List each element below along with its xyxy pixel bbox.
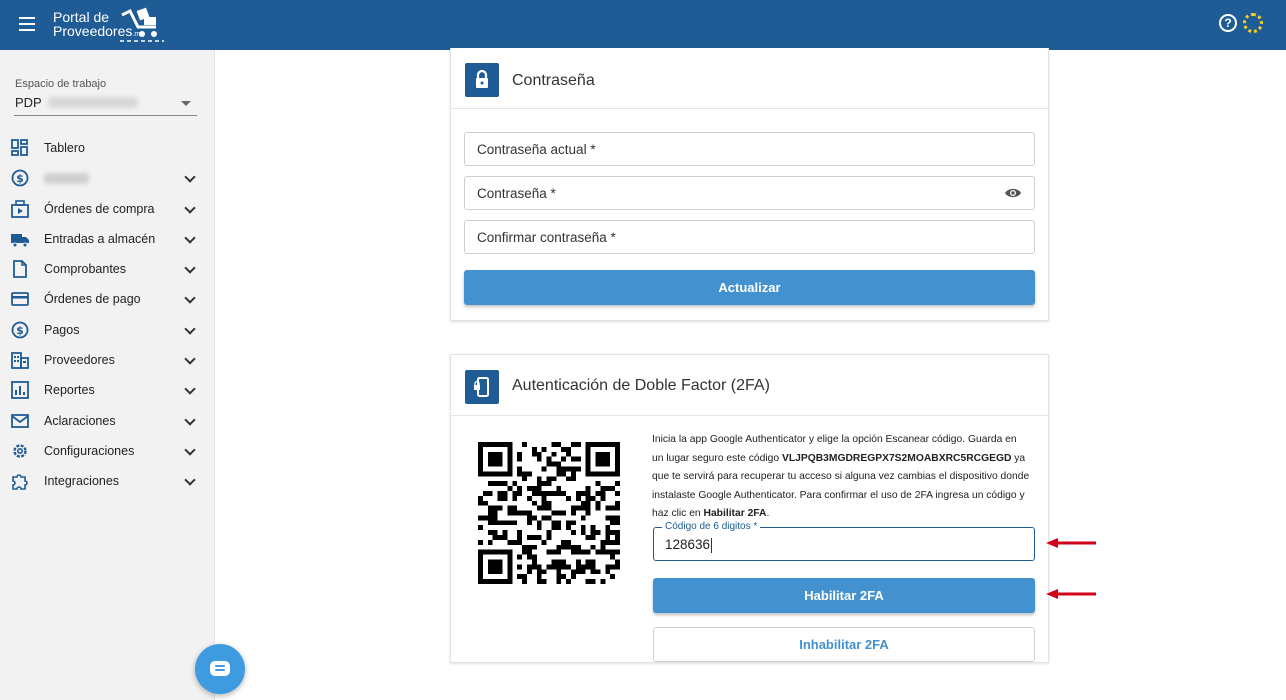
lock-icon [465,63,499,97]
truck-icon [11,233,29,248]
chat-button[interactable] [195,644,245,694]
dollar-circle-icon: $ [11,169,29,187]
sidebar-item-redacted[interactable]: $ [0,163,215,193]
dashboard-icon [11,139,28,156]
sidebar-item-label: Pagos [44,322,80,337]
chevron-down-icon [184,323,196,335]
sidebar-item-label: Integraciones [44,474,120,489]
gear-icon [13,444,27,458]
help-icon[interactable]: ? [1219,14,1237,32]
twofa-card: Autenticación de Doble Factor (2FA) Inic… [450,354,1049,663]
chevron-down-icon [184,201,196,214]
confirm-password-field[interactable]: Confirmar contraseña * [464,220,1035,254]
recovery-secret-code: VLJPQB3MGDREGPX7S2MOABXRC5RCGEGD [781,452,1012,464]
portal-logo[interactable]: Portal de Proveedores.mx [52,5,167,45]
disable-2fa-button[interactable]: Inhabilitar 2FA [653,627,1035,662]
text-cursor [711,537,713,553]
new-password-label: Contraseña * [477,186,556,201]
confirm-password-label: Confirmar contraseña * [477,230,616,245]
workspace-value: PDP [15,95,42,110]
chevron-down-icon [184,414,196,426]
phone-lock-icon [465,370,499,404]
building-icon [11,352,29,369]
chevron-down-icon [184,232,196,244]
six-digit-code-label: Código de 6 digitos * [662,521,761,533]
six-digit-code-value-wrap: 128636 [665,537,713,553]
sidebar-item-label: Entradas a almacén [44,231,156,246]
twofa-card-title: Autenticación de Doble Factor (2FA) [512,377,770,394]
top-app-bar: Portal de Proveedores.mx ? [0,0,1286,50]
sidebar-item-label: Reportes [44,383,95,398]
dropdown-caret-icon [181,101,191,106]
chevron-down-icon [184,383,196,396]
sidebar-item-label: Proveedores [44,353,115,368]
chevron-down-icon [184,474,196,486]
chat-bubble-icon [210,661,230,676]
password-card-header: Contraseña [451,48,1048,109]
instructions-text-end: . [766,508,770,519]
chevron-down-icon [184,262,196,274]
sidebar-item-label: Tablero [44,141,85,155]
sidebar-item-label-redacted [44,173,89,185]
password-card: Contraseña Contraseña actual * Contraseñ… [450,48,1049,321]
dollar-circle-icon: $ [11,321,29,339]
sidebar-item-label: Aclaraciones [44,413,116,428]
sidebar-item-ordenes-de-compra[interactable]: Órdenes de compra [0,194,215,224]
chevron-down-icon [184,444,196,456]
sidebar-item-label: Configuraciones [44,443,135,458]
sidebar-item-integraciones[interactable]: Integraciones [0,466,215,496]
svg-text:$: $ [16,172,24,185]
twofa-instructions: Inicia la app Google Authenticator y eli… [652,431,1030,524]
chevron-down-icon [184,292,196,305]
annotation-arrow-icon [1046,538,1096,548]
sidebar-item-reportes[interactable]: Reportes [0,375,215,405]
workspace-label: Espacio de trabajo [15,78,107,90]
hamburger-menu-icon[interactable] [14,13,40,37]
svg-text:$: $ [16,324,24,337]
password-card-title: Contraseña [512,72,595,89]
sidebar-item-label: Órdenes de pago [44,292,141,307]
sidebar-item-aclaraciones[interactable]: Aclaraciones [0,406,215,436]
sidebar-item-pagos[interactable]: $ Pagos [0,315,215,345]
sidebar-item-entradas-a-almacen[interactable]: Entradas a almacén [0,224,215,254]
chevron-down-icon [184,353,196,365]
sidebar-item-configuraciones[interactable]: Configuraciones [0,436,215,466]
workspace-select[interactable]: PDP [14,93,197,116]
new-password-field[interactable]: Contraseña * [464,176,1035,210]
puzzle-icon [12,474,28,491]
sidebar-item-label: Comprobantes [44,262,126,277]
eye-icon[interactable] [1004,186,1022,200]
sidebar-item-label: Órdenes de compra [44,201,155,216]
current-password-field[interactable]: Contraseña actual * [464,132,1035,166]
user-avatar[interactable] [1243,13,1263,33]
twofa-card-header: Autenticación de Doble Factor (2FA) [451,355,1048,416]
document-icon [13,260,27,279]
annotation-arrow-icon [1046,589,1096,599]
current-password-label: Contraseña actual * [477,142,596,157]
update-password-button[interactable]: Actualizar [464,270,1035,305]
sidebar-item-comprobantes[interactable]: Comprobantes [0,254,215,284]
logo-cart-icon [120,7,164,42]
chevron-down-icon [184,171,196,183]
bar-chart-icon [11,381,29,400]
enable-2fa-button[interactable]: Habilitar 2FA [653,578,1035,613]
sidebar-item-ordenes-de-pago[interactable]: Órdenes de pago [0,284,215,314]
credit-card-icon [11,292,29,307]
qr-code-image [478,442,620,584]
sidebar-item-proveedores[interactable]: Proveedores [0,345,215,375]
sidebar-item-tablero[interactable]: Tablero [0,133,215,163]
instructions-action: Habilitar 2FA [703,508,767,519]
six-digit-code-input[interactable]: Código de 6 digitos * 128636 [653,521,1035,561]
six-digit-code-value: 128636 [665,537,711,552]
sidebar-nav: Tablero $ Órdenes de compra Entradas a a… [0,133,215,497]
sidebar: Espacio de trabajo PDP Tablero $ Órdenes… [0,50,215,700]
mail-icon [11,413,29,428]
workspace-value-redacted [48,97,138,108]
purchase-order-icon [11,199,29,218]
